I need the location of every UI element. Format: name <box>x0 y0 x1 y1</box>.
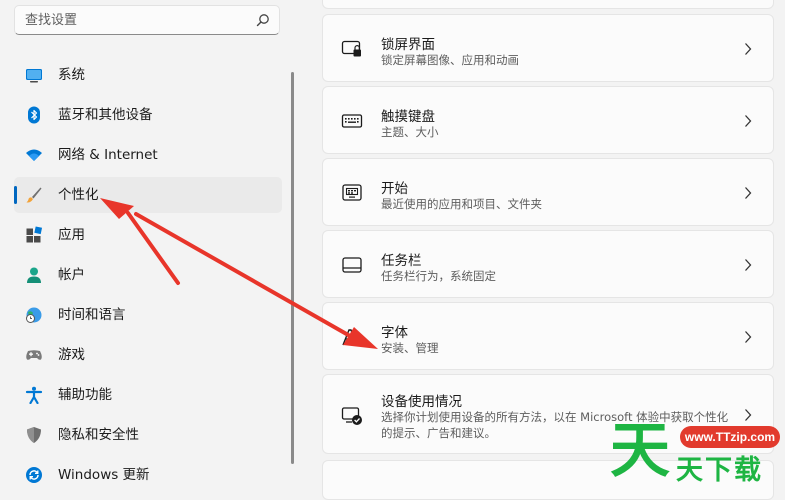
watermark-url: www.TTzip.com <box>680 426 780 448</box>
sidebar-item-label: 帐户 <box>58 267 85 283</box>
card-title: 设备使用情况 <box>381 394 462 410</box>
wifi-icon <box>26 149 42 161</box>
chevron-right-icon <box>745 115 752 127</box>
keyboard-icon <box>341 114 363 128</box>
watermark-text: 天下载 <box>676 455 763 486</box>
card-subtitle: 主题、大小 <box>381 125 439 139</box>
card-subtitle: 最近使用的应用和项目、文件夹 <box>381 197 542 211</box>
shield-icon <box>27 427 41 443</box>
font-icon <box>342 329 358 346</box>
sidebar-item-privacy[interactable]: 隐私和安全性 <box>14 417 282 453</box>
chevron-right-icon <box>745 43 752 55</box>
sidebar-item-label: Windows 更新 <box>58 467 150 483</box>
sidebar-item-system[interactable]: 系统 <box>14 57 282 93</box>
sidebar-item-time-language[interactable]: 时间和语言 <box>14 297 282 333</box>
sidebar-item-label: 个性化 <box>58 187 99 203</box>
sidebar-item-windows-update[interactable]: Windows 更新 <box>14 457 282 493</box>
card-title: 开始 <box>381 181 408 197</box>
card-title: 任务栏 <box>381 253 422 269</box>
chevron-right-icon <box>745 187 752 199</box>
watermark-logo: 天 <box>610 416 670 486</box>
taskbar-icon <box>342 257 362 273</box>
sidebar-item-apps[interactable]: 应用 <box>14 217 282 253</box>
sidebar-item-personalization[interactable]: 个性化 <box>14 177 282 213</box>
start-icon <box>342 184 362 201</box>
card-taskbar[interactable]: 任务栏 任务栏行为，系统固定 <box>322 230 774 298</box>
sidebar-item-label: 时间和语言 <box>58 307 126 323</box>
chevron-right-icon <box>745 331 752 343</box>
bluetooth-icon <box>28 106 40 124</box>
person-icon <box>27 267 41 283</box>
brush-icon <box>26 187 42 203</box>
accessibility-icon <box>25 386 43 404</box>
card-subtitle: 锁定屏幕图像、应用和动画 <box>381 53 519 67</box>
sidebar-item-accounts[interactable]: 帐户 <box>14 257 282 293</box>
monitor-icon <box>26 69 42 83</box>
sidebar-item-label: 蓝牙和其他设备 <box>58 107 153 123</box>
sidebar-nav: 系统 蓝牙和其他设备 网络 & Internet 个性化 应用 帐户 时间和语言… <box>14 57 282 497</box>
card-touch-keyboard[interactable]: 触摸键盘 主题、大小 <box>322 86 774 154</box>
update-icon <box>26 467 42 483</box>
card-partial-top[interactable] <box>322 0 774 9</box>
apps-icon <box>26 226 43 243</box>
search-box[interactable] <box>14 5 280 35</box>
search-icon[interactable] <box>256 13 270 27</box>
sidebar-item-label: 游戏 <box>58 347 85 363</box>
lock-screen-icon <box>341 40 361 57</box>
sidebar-item-label: 系统 <box>58 67 85 83</box>
chevron-right-icon <box>745 259 752 271</box>
gamepad-icon <box>26 350 42 360</box>
sidebar-item-network[interactable]: 网络 & Internet <box>14 137 282 173</box>
card-fonts[interactable]: 字体 安装、管理 <box>322 302 774 370</box>
chevron-right-icon <box>745 409 752 421</box>
sidebar-item-label: 应用 <box>58 227 85 243</box>
card-title: 锁屏界面 <box>381 37 435 53</box>
sidebar-item-accessibility[interactable]: 辅助功能 <box>14 377 282 413</box>
card-lock-screen[interactable]: 锁屏界面 锁定屏幕图像、应用和动画 <box>322 14 774 82</box>
globe-clock-icon <box>26 307 42 323</box>
sidebar-item-label: 辅助功能 <box>58 387 112 403</box>
device-usage-icon <box>341 407 362 425</box>
sidebar-item-label: 隐私和安全性 <box>58 427 139 443</box>
sidebar-item-gaming[interactable]: 游戏 <box>14 337 282 373</box>
sidebar-item-label: 网络 & Internet <box>58 147 158 163</box>
sidebar-item-bluetooth[interactable]: 蓝牙和其他设备 <box>14 97 282 133</box>
search-input[interactable] <box>25 11 245 29</box>
card-title: 字体 <box>381 325 408 341</box>
card-subtitle: 安装、管理 <box>381 341 439 355</box>
card-subtitle: 任务栏行为，系统固定 <box>381 269 496 283</box>
card-title: 触摸键盘 <box>381 109 435 125</box>
sidebar-scrollbar[interactable] <box>291 72 294 464</box>
card-start[interactable]: 开始 最近使用的应用和项目、文件夹 <box>322 158 774 226</box>
